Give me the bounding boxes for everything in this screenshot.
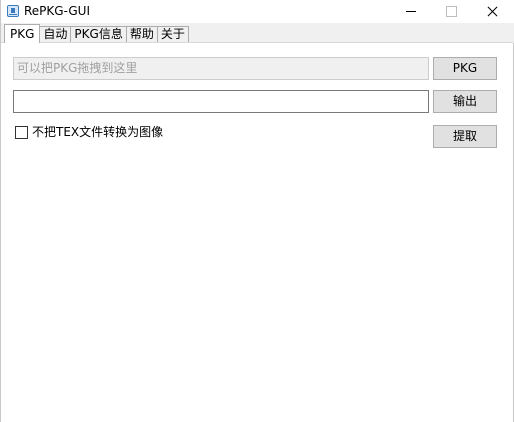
- tab-pkg-info[interactable]: PKG信息: [70, 26, 127, 43]
- title-bar[interactable]: RePKG-GUI: [1, 0, 514, 23]
- tab-auto[interactable]: 自动: [39, 26, 72, 43]
- extract-button[interactable]: 提取: [433, 125, 497, 148]
- pkg-button[interactable]: PKG: [433, 57, 497, 80]
- maximize-button: [431, 0, 471, 23]
- window-title: RePKG-GUI: [24, 4, 90, 18]
- output-button[interactable]: 输出: [433, 90, 497, 113]
- tab-row: PKG 自动 PKG信息 帮助 关于: [4, 24, 189, 43]
- tab-about[interactable]: 关于: [156, 26, 189, 43]
- tab-strip: PKG 自动 PKG信息 帮助 关于: [1, 23, 514, 43]
- no-tex-checkbox-label[interactable]: 不把TEX文件转换为图像: [32, 125, 163, 139]
- minimize-button[interactable]: [391, 0, 431, 23]
- no-tex-checkbox-row[interactable]: 不把TEX文件转换为图像: [15, 125, 163, 139]
- no-tex-checkbox[interactable]: [15, 125, 28, 139]
- pkg-path-input[interactable]: 可以把PKG拖拽到这里: [13, 57, 429, 80]
- tab-pkg[interactable]: PKG: [4, 24, 41, 43]
- app-window: RePKG-GUI PKG 自动 PKG信息 帮助 关于 可以把PKG拖拽到这里…: [0, 0, 514, 422]
- close-button[interactable]: [473, 0, 513, 23]
- pkg-tab-panel: 可以把PKG拖拽到这里 PKG 输出 不把TEX文件转换为图像 提取: [1, 42, 513, 422]
- app-icon: [7, 5, 19, 17]
- output-path-input[interactable]: [13, 90, 429, 113]
- tab-help[interactable]: 帮助: [125, 26, 158, 43]
